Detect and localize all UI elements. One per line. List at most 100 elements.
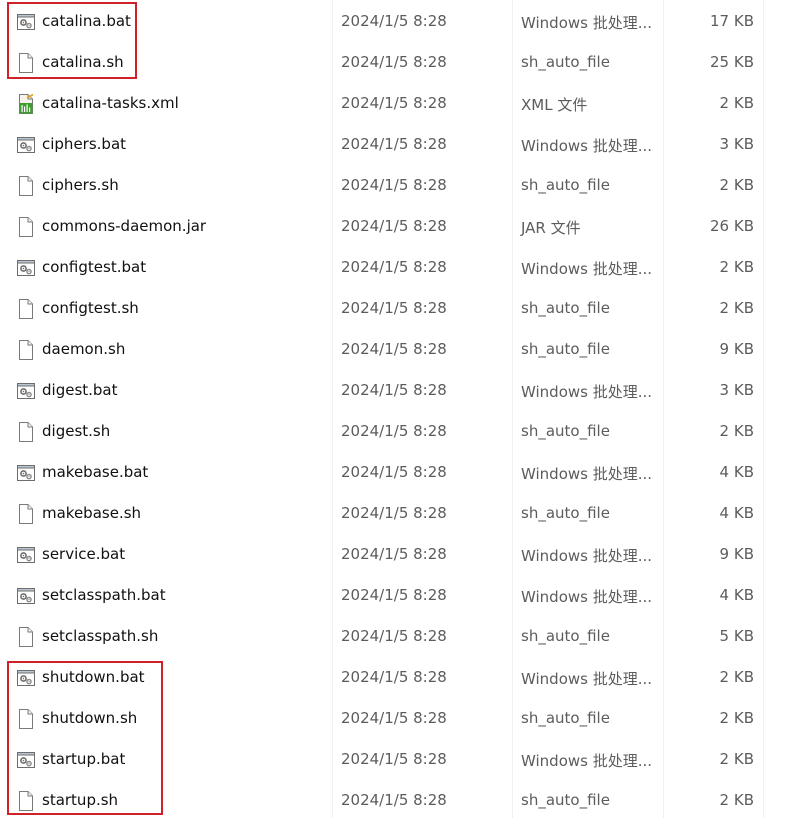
file-name[interactable]: shutdown.sh (42, 709, 137, 727)
file-name[interactable]: catalina.sh (42, 53, 124, 71)
file-row[interactable]: setclasspath.sh 2024/1/5 8:28 sh_auto_file… (0, 616, 797, 657)
xml-file-icon (17, 94, 35, 114)
blank-file-icon (17, 709, 35, 729)
file-size: 4 KB (719, 463, 754, 481)
file-modified-date: 2024/1/5 8:28 (341, 135, 447, 153)
file-size: 2 KB (719, 668, 754, 686)
file-modified-date: 2024/1/5 8:28 (341, 586, 447, 604)
file-row[interactable]: digest.sh 2024/1/5 8:28 sh_auto_file 2 KB (0, 411, 797, 452)
file-size: 3 KB (719, 135, 754, 153)
file-name[interactable]: daemon.sh (42, 340, 125, 358)
file-name[interactable]: service.bat (42, 545, 125, 563)
file-type: sh_auto_file (521, 504, 610, 522)
file-type: Windows 批处理... (521, 260, 653, 278)
file-name[interactable]: configtest.sh (42, 299, 139, 317)
file-row[interactable]: catalina.bat 2024/1/5 8:28 Windows 批处理... 1… (0, 1, 797, 42)
file-name[interactable]: setclasspath.sh (42, 627, 158, 645)
file-size: 2 KB (719, 791, 754, 809)
file-size: 2 KB (719, 258, 754, 276)
file-size: 2 KB (719, 94, 754, 112)
file-name[interactable]: setclasspath.bat (42, 586, 166, 604)
file-row[interactable]: catalina-tasks.xml 2024/1/5 8:28 XML 文件 2 K… (0, 83, 797, 124)
file-type: XML 文件 (521, 96, 588, 114)
file-modified-date: 2024/1/5 8:28 (341, 381, 447, 399)
file-name[interactable]: startup.sh (42, 791, 118, 809)
file-row[interactable]: makebase.sh 2024/1/5 8:28 sh_auto_file 4 KB (0, 493, 797, 534)
file-modified-date: 2024/1/5 8:28 (341, 627, 447, 645)
file-name[interactable]: catalina-tasks.xml (42, 94, 179, 112)
file-type: Windows 批处理... (521, 752, 653, 770)
file-modified-date: 2024/1/5 8:28 (341, 750, 447, 768)
file-row[interactable]: service.bat 2024/1/5 8:28 Windows 批处理... 9 … (0, 534, 797, 575)
file-name[interactable]: catalina.bat (42, 12, 131, 30)
file-type: JAR 文件 (521, 219, 581, 237)
file-size: 2 KB (719, 176, 754, 194)
file-modified-date: 2024/1/5 8:28 (341, 709, 447, 727)
file-name[interactable]: configtest.bat (42, 258, 146, 276)
file-type: Windows 批处理... (521, 547, 653, 565)
file-type: sh_auto_file (521, 176, 610, 194)
file-type: sh_auto_file (521, 709, 610, 727)
file-size: 2 KB (719, 750, 754, 768)
file-row[interactable]: ciphers.bat 2024/1/5 8:28 Windows 批处理... 3 … (0, 124, 797, 165)
file-row[interactable]: configtest.bat 2024/1/5 8:28 Windows 批处理..… (0, 247, 797, 288)
file-name[interactable]: digest.bat (42, 381, 118, 399)
blank-file-icon (17, 627, 35, 647)
file-size: 26 KB (710, 217, 754, 235)
blank-file-icon (17, 176, 35, 196)
file-name[interactable]: ciphers.bat (42, 135, 126, 153)
file-modified-date: 2024/1/5 8:28 (341, 299, 447, 317)
file-modified-date: 2024/1/5 8:28 (341, 463, 447, 481)
blank-file-icon (17, 422, 35, 442)
file-name[interactable]: digest.sh (42, 422, 110, 440)
file-row[interactable]: ciphers.sh 2024/1/5 8:28 sh_auto_file 2 KB (0, 165, 797, 206)
file-modified-date: 2024/1/5 8:28 (341, 12, 447, 30)
file-row[interactable]: shutdown.bat 2024/1/5 8:28 Windows 批处理... 2… (0, 657, 797, 698)
file-modified-date: 2024/1/5 8:28 (341, 176, 447, 194)
file-row[interactable]: commons-daemon.jar 2024/1/5 8:28 JAR 文件 26 … (0, 206, 797, 247)
file-modified-date: 2024/1/5 8:28 (341, 258, 447, 276)
batch-file-icon (17, 586, 35, 606)
file-modified-date: 2024/1/5 8:28 (341, 422, 447, 440)
file-row[interactable]: digest.bat 2024/1/5 8:28 Windows 批处理... 3 K… (0, 370, 797, 411)
blank-file-icon (17, 340, 35, 360)
file-name[interactable]: ciphers.sh (42, 176, 119, 194)
blank-file-icon (17, 53, 35, 73)
file-modified-date: 2024/1/5 8:28 (341, 545, 447, 563)
file-row[interactable]: shutdown.sh 2024/1/5 8:28 sh_auto_file 2 KB (0, 698, 797, 739)
file-modified-date: 2024/1/5 8:28 (341, 504, 447, 522)
file-type: sh_auto_file (521, 299, 610, 317)
blank-file-icon (17, 299, 35, 319)
file-row[interactable]: setclasspath.bat 2024/1/5 8:28 Windows 批处理… (0, 575, 797, 616)
file-name[interactable]: makebase.bat (42, 463, 148, 481)
file-size: 17 KB (710, 12, 754, 30)
batch-file-icon (17, 258, 35, 278)
blank-file-icon (17, 504, 35, 524)
file-modified-date: 2024/1/5 8:28 (341, 217, 447, 235)
file-size: 9 KB (719, 340, 754, 358)
file-size: 5 KB (719, 627, 754, 645)
file-size: 25 KB (710, 53, 754, 71)
file-modified-date: 2024/1/5 8:28 (341, 668, 447, 686)
file-row[interactable]: catalina.sh 2024/1/5 8:28 sh_auto_file 25 K… (0, 42, 797, 83)
file-name[interactable]: makebase.sh (42, 504, 141, 522)
file-modified-date: 2024/1/5 8:28 (341, 94, 447, 112)
file-row[interactable]: makebase.bat 2024/1/5 8:28 Windows 批处理... 4… (0, 452, 797, 493)
file-name[interactable]: shutdown.bat (42, 668, 145, 686)
file-size: 4 KB (719, 586, 754, 604)
file-name[interactable]: commons-daemon.jar (42, 217, 206, 235)
batch-file-icon (17, 545, 35, 565)
batch-file-icon (17, 750, 35, 770)
file-type: sh_auto_file (521, 53, 610, 71)
file-type: Windows 批处理... (521, 383, 653, 401)
file-type: sh_auto_file (521, 627, 610, 645)
batch-file-icon (17, 668, 35, 688)
file-row[interactable]: configtest.sh 2024/1/5 8:28 sh_auto_file 2 … (0, 288, 797, 329)
file-modified-date: 2024/1/5 8:28 (341, 53, 447, 71)
file-type: Windows 批处理... (521, 588, 653, 606)
file-row[interactable]: startup.bat 2024/1/5 8:28 Windows 批处理... 2 … (0, 739, 797, 780)
file-row[interactable]: startup.sh 2024/1/5 8:28 sh_auto_file 2 KB (0, 780, 797, 821)
file-row[interactable]: daemon.sh 2024/1/5 8:28 sh_auto_file 9 KB (0, 329, 797, 370)
file-name[interactable]: startup.bat (42, 750, 125, 768)
file-modified-date: 2024/1/5 8:28 (341, 791, 447, 809)
